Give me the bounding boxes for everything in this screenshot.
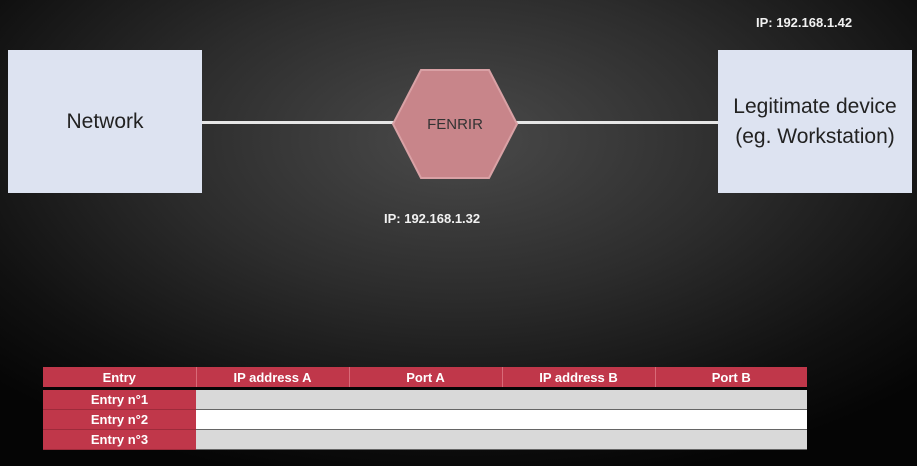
connection-table: Entry IP address A Port A IP address B P…: [43, 367, 807, 450]
network-node: Network: [8, 50, 202, 193]
link-fenrir-device: [515, 121, 718, 124]
table-cell: [349, 409, 502, 430]
header-ip-a: IP address A: [196, 367, 350, 390]
fenrir-ip-label: IP: 192.168.1.32: [384, 211, 481, 226]
table-row: Entry n°3: [43, 429, 807, 450]
header-entry: Entry: [43, 367, 197, 390]
diagram-canvas: Network FENRIR Legitimate device (eg. Wo…: [0, 0, 917, 466]
link-network-fenrir: [202, 121, 394, 124]
table-cell: [502, 409, 655, 430]
table-cell: [196, 409, 349, 430]
table-cell: [502, 429, 655, 450]
table-row: Entry n°1: [43, 388, 807, 410]
device-label-line1: Legitimate device: [733, 95, 897, 119]
network-label: Network: [66, 109, 144, 133]
table-cell: [655, 409, 807, 430]
table-cell: [655, 429, 807, 450]
row-label: Entry n°2: [43, 409, 196, 430]
table-cell: [502, 388, 655, 410]
header-port-a: Port A: [349, 367, 503, 390]
table-header-row: Entry IP address A Port A IP address B P…: [43, 367, 807, 390]
table-row: Entry n°2: [43, 409, 807, 430]
table-cell: [349, 388, 502, 410]
table-cell: [196, 429, 349, 450]
table-cell: [655, 388, 807, 410]
legitimate-device-node: Legitimate device (eg. Workstation): [718, 50, 912, 193]
row-label: Entry n°3: [43, 429, 196, 450]
header-ip-b: IP address B: [502, 367, 656, 390]
header-port-b: Port B: [655, 367, 807, 390]
device-label-line2: (eg. Workstation): [735, 124, 895, 148]
table-cell: [349, 429, 502, 450]
fenrir-label: FENRIR: [427, 115, 483, 133]
row-label: Entry n°1: [43, 388, 196, 410]
device-ip-label: IP: 192.168.1.42: [756, 15, 853, 30]
table-cell: [196, 388, 349, 410]
